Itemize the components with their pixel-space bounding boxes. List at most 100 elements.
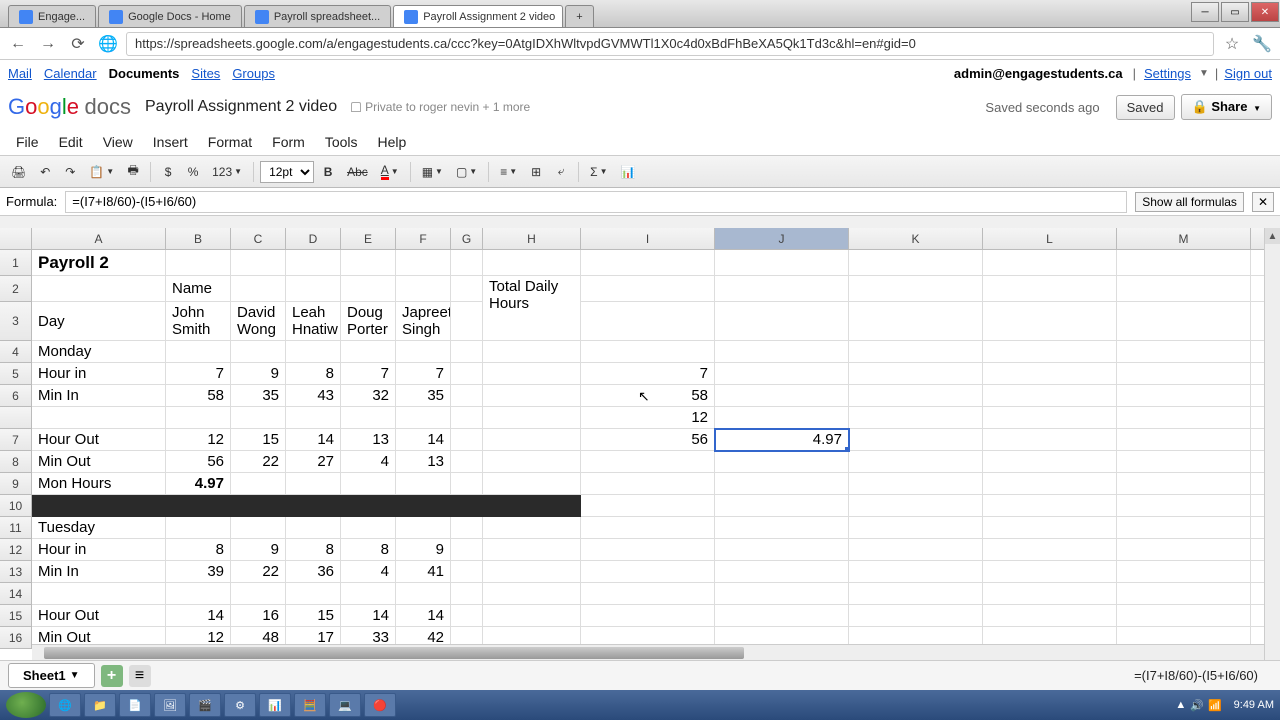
row-header[interactable]: 11 [0, 517, 32, 539]
cell[interactable]: 14 [286, 429, 341, 451]
col-header-J[interactable]: J [715, 228, 849, 250]
bold-button[interactable]: B [317, 161, 339, 183]
cell[interactable] [849, 407, 983, 429]
cell[interactable] [849, 539, 983, 561]
cell[interactable]: 12 [581, 407, 715, 429]
row-header[interactable]: 13 [0, 561, 32, 583]
cell[interactable] [483, 407, 581, 429]
cell[interactable] [581, 539, 715, 561]
appbar-link-documents[interactable]: Documents [109, 66, 180, 81]
cell[interactable]: Payroll 2 [32, 250, 166, 276]
cell[interactable] [451, 250, 483, 276]
fontsize-select[interactable]: 12pt [260, 161, 314, 183]
cell[interactable]: 39 [166, 561, 231, 583]
tray-icon[interactable]: ▲ [1175, 699, 1186, 711]
cell[interactable] [483, 473, 581, 495]
cell[interactable] [341, 473, 396, 495]
cell[interactable] [483, 539, 581, 561]
cell[interactable] [849, 429, 983, 451]
cell[interactable] [286, 517, 341, 539]
scroll-up-icon[interactable]: ▲ [1265, 228, 1280, 244]
cell[interactable]: Tuesday [32, 517, 166, 539]
col-header-L[interactable]: L [983, 228, 1117, 250]
url-input[interactable]: https://spreadsheets.google.com/a/engage… [126, 32, 1214, 56]
cell[interactable] [581, 341, 715, 363]
cell[interactable] [166, 517, 231, 539]
cell[interactable]: Total Daily Hours [483, 276, 581, 341]
cell[interactable] [451, 473, 483, 495]
cell[interactable]: 56 [166, 451, 231, 473]
cell[interactable]: Min In [32, 385, 166, 407]
task-icon[interactable]: 🧮 [294, 693, 326, 717]
cell[interactable] [983, 583, 1117, 605]
cell[interactable] [849, 363, 983, 385]
row-header[interactable]: 15 [0, 605, 32, 627]
cell[interactable]: Monday [32, 341, 166, 363]
cell[interactable]: Mon Hours [32, 473, 166, 495]
cell[interactable] [451, 451, 483, 473]
cell[interactable] [231, 407, 286, 429]
cell[interactable] [483, 250, 581, 276]
add-sheet-button[interactable]: + [101, 665, 123, 687]
row-header[interactable]: 10 [0, 495, 32, 517]
cell[interactable]: 41 [396, 561, 451, 583]
cell[interactable] [983, 250, 1117, 276]
cell[interactable] [581, 561, 715, 583]
col-header-C[interactable]: C [231, 228, 286, 250]
cell[interactable] [341, 407, 396, 429]
cell[interactable] [1117, 605, 1251, 627]
currency-button[interactable]: $ [157, 161, 179, 183]
cell[interactable] [166, 250, 231, 276]
col-header-M[interactable]: M [1117, 228, 1251, 250]
cell[interactable]: 7 [341, 363, 396, 385]
tab-close-icon[interactable]: × [561, 10, 563, 24]
cell[interactable]: 56 [581, 429, 715, 451]
cell[interactable] [166, 495, 231, 517]
task-icon[interactable]: 🖼 [154, 693, 186, 717]
cell[interactable] [581, 451, 715, 473]
task-icon[interactable]: 📁 [84, 693, 116, 717]
formula-input[interactable]: =(I7+I8/60)-(I5+I6/60) [65, 191, 1127, 213]
cell[interactable] [1117, 495, 1251, 517]
cell[interactable] [32, 276, 166, 302]
cell[interactable]: 14 [396, 429, 451, 451]
cell[interactable]: 27 [286, 451, 341, 473]
cell[interactable] [983, 561, 1117, 583]
tray-icon[interactable]: 📶 [1208, 699, 1222, 712]
redo-button[interactable]: ↷ [59, 161, 81, 183]
cell[interactable] [286, 583, 341, 605]
cell[interactable] [451, 517, 483, 539]
cell[interactable]: 7 [166, 363, 231, 385]
cell[interactable] [715, 495, 849, 517]
cell[interactable]: 22 [231, 561, 286, 583]
row-header[interactable]: 1 [0, 250, 32, 276]
maximize-button[interactable]: ▭ [1221, 2, 1249, 22]
cell[interactable] [451, 341, 483, 363]
col-header-K[interactable]: K [849, 228, 983, 250]
col-header-G[interactable]: G [451, 228, 483, 250]
cell[interactable] [341, 495, 396, 517]
cell[interactable] [32, 407, 166, 429]
cell[interactable]: 16 [231, 605, 286, 627]
cell[interactable] [715, 276, 849, 302]
task-icon[interactable]: 🎬 [189, 693, 221, 717]
scroll-thumb[interactable] [44, 647, 744, 659]
appbar-link-sites[interactable]: Sites [191, 66, 220, 81]
cell[interactable] [286, 473, 341, 495]
cell[interactable] [451, 276, 483, 302]
col-header-B[interactable]: B [166, 228, 231, 250]
cell[interactable] [166, 583, 231, 605]
close-button[interactable]: ✕ [1251, 2, 1279, 22]
cell[interactable] [849, 517, 983, 539]
cell[interactable] [1117, 539, 1251, 561]
print-button[interactable]: 🖨 [6, 161, 31, 183]
back-button[interactable]: ← [6, 32, 30, 56]
cell[interactable] [396, 407, 451, 429]
cell[interactable]: 43 [286, 385, 341, 407]
cell[interactable] [849, 583, 983, 605]
new-tab-button[interactable]: + [565, 5, 593, 27]
cell[interactable]: 13 [341, 429, 396, 451]
cell[interactable] [849, 495, 983, 517]
cell[interactable] [715, 517, 849, 539]
settings-link[interactable]: Settings [1144, 66, 1191, 81]
